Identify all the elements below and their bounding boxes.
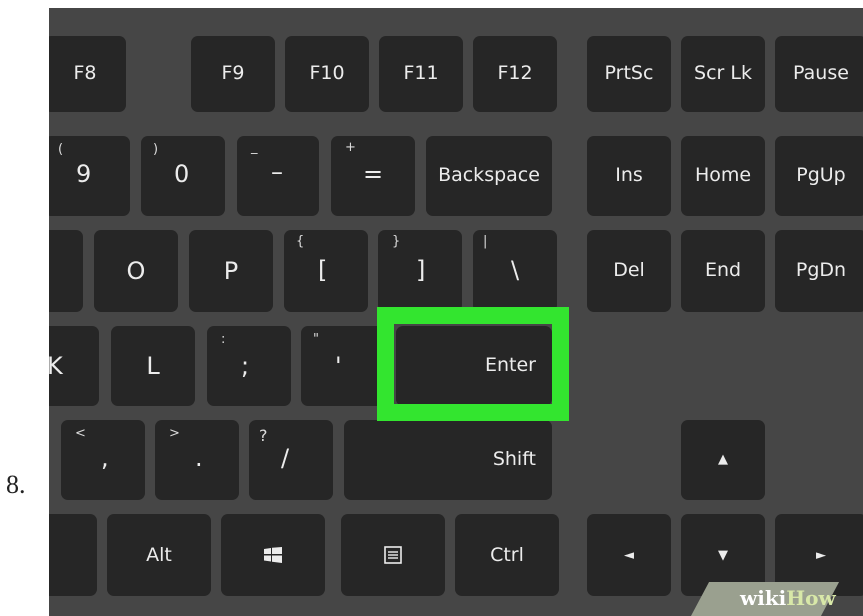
key-pgdn[interactable]: PgDn bbox=[775, 230, 863, 312]
key-f8-label: F8 bbox=[73, 62, 97, 84]
key-period-label: . bbox=[195, 444, 203, 472]
key-ctrl-label: Ctrl bbox=[490, 544, 524, 566]
key-bracket-open-label: [ bbox=[318, 256, 328, 284]
key-pgup-label: PgUp bbox=[796, 164, 846, 186]
key-quote-label: ' bbox=[335, 352, 342, 380]
key-f11-label: F11 bbox=[403, 62, 439, 84]
key-shift-label: Shift bbox=[492, 448, 536, 470]
key-l-label: L bbox=[146, 352, 160, 380]
key-pgdn-label: PgDn bbox=[795, 259, 847, 281]
key-semicolon[interactable]: : ; bbox=[207, 326, 291, 406]
key-comma[interactable]: < , bbox=[61, 420, 145, 500]
key-ctrl[interactable]: Ctrl bbox=[455, 514, 559, 596]
key-period[interactable]: > . bbox=[155, 420, 239, 500]
watermark-wiki: wiki bbox=[740, 586, 787, 610]
key-9[interactable]: ( 9 bbox=[49, 136, 130, 216]
key-backslash-shift-label: | bbox=[483, 234, 488, 249]
key-semicolon-shift-label: : bbox=[221, 332, 226, 347]
menu-icon bbox=[384, 546, 402, 564]
key-pause[interactable]: Pause bbox=[775, 36, 863, 112]
key-slash-shift-label: ? bbox=[259, 426, 268, 445]
key-k[interactable]: K bbox=[49, 326, 99, 406]
key-0-shift-label: ) bbox=[153, 142, 159, 157]
key-del[interactable]: Del bbox=[587, 230, 671, 312]
key-end-label: End bbox=[704, 259, 742, 281]
key-period-shift-label: > bbox=[169, 426, 180, 441]
key-semicolon-label: ; bbox=[241, 352, 250, 380]
key-prtsc[interactable]: PrtSc bbox=[587, 36, 671, 112]
key-backslash-label: \ bbox=[511, 256, 520, 284]
key-alt[interactable]: Alt bbox=[107, 514, 211, 596]
keyboard-photo: F8 F9 F10 F11 F12 PrtSc Scr Lk Pause ( 9… bbox=[49, 8, 863, 616]
key-pause-label: Pause bbox=[793, 62, 849, 84]
key-f10-label: F10 bbox=[309, 62, 345, 84]
key-backslash[interactable]: | \ bbox=[473, 230, 557, 312]
key-up-arrow[interactable]: ▲ bbox=[681, 420, 765, 500]
key-bracket-open[interactable]: { [ bbox=[284, 230, 368, 312]
down-arrow-icon: ▼ bbox=[718, 548, 728, 563]
wikihow-watermark: wikiHow bbox=[740, 586, 836, 610]
key-minus-label: – bbox=[271, 158, 283, 186]
key-scrlk[interactable]: Scr Lk bbox=[681, 36, 765, 112]
key-shift[interactable]: Shift bbox=[344, 420, 552, 500]
key-minus-shift-label: _ bbox=[251, 140, 258, 155]
key-equals-shift-label: + bbox=[345, 140, 356, 155]
key-comma-shift-label: < bbox=[75, 426, 86, 441]
key-f9[interactable]: F9 bbox=[191, 36, 275, 112]
key-home-label: Home bbox=[694, 164, 752, 186]
windows-logo-icon bbox=[264, 547, 282, 563]
key-i-partial[interactable] bbox=[49, 230, 83, 312]
key-f9-label: F9 bbox=[221, 62, 245, 84]
key-equals-label: = bbox=[363, 160, 384, 188]
key-end[interactable]: End bbox=[681, 230, 765, 312]
up-arrow-icon: ▲ bbox=[718, 452, 728, 467]
key-menu[interactable] bbox=[341, 514, 445, 596]
key-minus[interactable]: _ – bbox=[237, 136, 319, 216]
key-scrlk-label: Scr Lk bbox=[694, 62, 752, 84]
key-backspace[interactable]: Backspace bbox=[426, 136, 552, 216]
key-f12[interactable]: F12 bbox=[473, 36, 557, 112]
key-9-label: 9 bbox=[76, 160, 92, 188]
key-bracket-close-shift-label: } bbox=[392, 234, 401, 249]
key-alt-label: Alt bbox=[146, 544, 172, 566]
key-comma-label: , bbox=[101, 444, 109, 472]
key-del-label: Del bbox=[613, 259, 645, 281]
key-f11[interactable]: F11 bbox=[379, 36, 463, 112]
enter-key-highlight bbox=[377, 307, 569, 421]
key-equals[interactable]: + = bbox=[331, 136, 415, 216]
key-home[interactable]: Home bbox=[681, 136, 765, 216]
right-arrow-icon: ► bbox=[816, 548, 826, 563]
key-slash-label: / bbox=[281, 444, 290, 472]
key-9-shift-label: ( bbox=[58, 142, 64, 157]
key-prtsc-label: PrtSc bbox=[604, 62, 654, 84]
key-ins-label: Ins bbox=[615, 164, 643, 186]
key-0-label: 0 bbox=[174, 160, 190, 188]
key-p[interactable]: P bbox=[189, 230, 273, 312]
key-f10[interactable]: F10 bbox=[285, 36, 369, 112]
key-k-label: K bbox=[49, 352, 63, 380]
key-bracket-close[interactable]: } ] bbox=[378, 230, 462, 312]
key-left-bottom-partial[interactable] bbox=[49, 514, 97, 596]
key-o[interactable]: O bbox=[94, 230, 178, 312]
key-l[interactable]: L bbox=[111, 326, 195, 406]
left-arrow-icon: ◄ bbox=[624, 548, 634, 563]
key-left-arrow[interactable]: ◄ bbox=[587, 514, 671, 596]
key-0[interactable]: ) 0 bbox=[141, 136, 225, 216]
key-p-label: P bbox=[223, 257, 239, 285]
key-bracket-close-label: ] bbox=[416, 256, 426, 284]
key-slash[interactable]: ? / bbox=[249, 420, 333, 500]
key-f12-label: F12 bbox=[497, 62, 533, 84]
step-number: 8. bbox=[6, 470, 26, 499]
key-ins[interactable]: Ins bbox=[587, 136, 671, 216]
key-f8[interactable]: F8 bbox=[49, 36, 126, 112]
key-windows[interactable] bbox=[221, 514, 325, 596]
watermark-how: How bbox=[786, 586, 836, 610]
key-quote-shift-label: " bbox=[313, 332, 319, 347]
key-backspace-label: Backspace bbox=[438, 164, 540, 186]
key-quote[interactable]: " ' bbox=[301, 326, 385, 406]
key-pgup[interactable]: PgUp bbox=[775, 136, 863, 216]
key-bracket-open-shift-label: { bbox=[296, 234, 305, 249]
key-o-label: O bbox=[126, 257, 146, 285]
